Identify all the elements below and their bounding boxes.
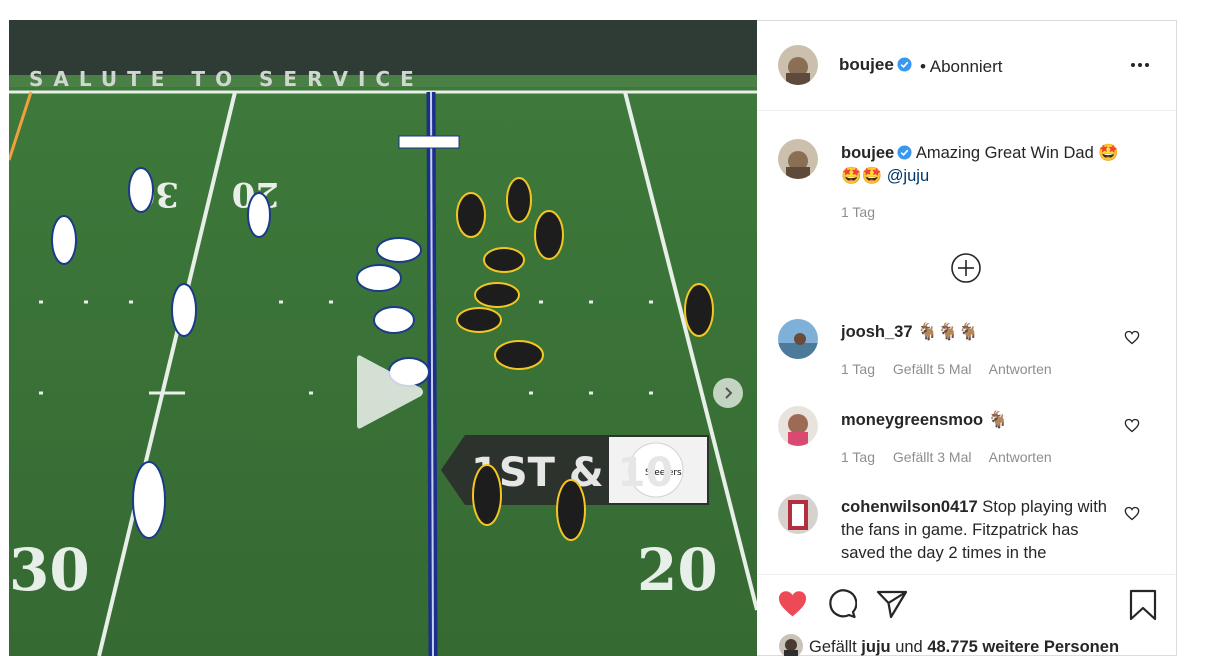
follow-status-text: Abonniert <box>929 57 1003 76</box>
follow-status[interactable]: • Abonniert <box>920 57 1003 77</box>
play-icon <box>357 355 423 429</box>
yard-number: 20 <box>637 536 718 604</box>
username-text: boujee <box>839 55 894 74</box>
like-comment-button[interactable] <box>1124 506 1140 526</box>
like-comment-button[interactable] <box>1124 418 1140 438</box>
likes-prefix: Gefällt <box>809 638 857 656</box>
reply-button[interactable]: Antworten <box>989 449 1052 465</box>
avatar-image <box>779 634 803 656</box>
share-button[interactable] <box>876 589 908 624</box>
paper-plane-icon <box>876 590 908 619</box>
comment-timestamp[interactable]: 1 Tag <box>841 449 875 465</box>
banner-text: SALUTE TO SERVICE <box>29 67 424 91</box>
likes-connector: und <box>895 638 923 656</box>
caption-text-line1: Amazing Great Win Dad 🤩 <box>915 144 1119 162</box>
bookmark-icon <box>1129 589 1157 621</box>
comment-likes-count[interactable]: Gefällt 3 Mal <box>893 449 972 465</box>
verified-badge-icon <box>897 145 912 160</box>
avatar[interactable] <box>778 494 818 534</box>
comment-body: moneygreensmoo 🐐 <box>841 409 1121 432</box>
like-comment-button[interactable] <box>1124 330 1140 350</box>
caption-mention-link[interactable]: @juju <box>887 167 929 185</box>
reply-button[interactable]: Antworten <box>989 361 1052 377</box>
avatar-image <box>778 406 818 446</box>
avatar <box>779 634 803 656</box>
more-options-button[interactable] <box>1130 51 1150 74</box>
comment-body: cohenwilson0417 Stop playing with the fa… <box>841 496 1111 565</box>
post-actions-bar: Gefällt juju und 48.775 weitere Personen <box>757 574 1175 656</box>
avatar-image <box>778 319 818 359</box>
like-button[interactable] <box>777 589 808 623</box>
comments-list[interactable]: boujee Amazing Great Win Dad 🤩 🤩🤩 @juju … <box>757 112 1175 574</box>
post-caption: boujee Amazing Great Win Dad 🤩 🤩🤩 @juju <box>841 142 1151 188</box>
comment-meta: 1 Tag Gefällt 5 Mal Antworten <box>841 361 1066 377</box>
more-horizontal-icon <box>1131 63 1149 67</box>
caption-timestamp[interactable]: 1 Tag <box>841 204 875 220</box>
heart-outline-icon <box>1124 506 1140 521</box>
comment-body: joosh_37 🐐🐐🐐 <box>841 321 1121 344</box>
avatar[interactable] <box>778 139 818 179</box>
comment-username[interactable]: joosh_37 <box>841 323 913 341</box>
comment-username[interactable]: cohenwilson0417 <box>841 498 978 516</box>
avatar[interactable] <box>778 406 818 446</box>
heart-outline-icon <box>1124 418 1140 433</box>
play-button[interactable] <box>347 350 427 434</box>
yard-number: 30 <box>9 536 90 604</box>
likes-user[interactable]: juju <box>861 638 890 656</box>
comment-button[interactable] <box>827 589 858 624</box>
post-header: boujee • Abonniert <box>757 21 1176 111</box>
likes-count[interactable]: 48.775 weitere Personen <box>927 638 1119 656</box>
next-media-button[interactable] <box>713 378 743 408</box>
avatar-image <box>778 45 818 85</box>
separator-dot: • <box>920 57 926 76</box>
post-author-username[interactable]: boujee <box>839 55 912 75</box>
post-media-video[interactable]: SALUTE TO SERVICE 30 20 30 20 <box>9 20 757 656</box>
post-side-panel: boujee • Abonniert boujee Amazing Great … <box>757 20 1177 656</box>
plus-circle-icon <box>951 253 981 283</box>
heart-filled-icon <box>778 591 807 617</box>
load-more-comments-button[interactable] <box>950 252 982 284</box>
likes-summary[interactable]: Gefällt juju und 48.775 weitere Personen <box>779 634 1119 656</box>
football-field-image: SALUTE TO SERVICE 30 20 30 20 <box>9 20 757 656</box>
caption-text-line2: 🤩🤩 <box>841 167 883 185</box>
comment-timestamp[interactable]: 1 Tag <box>841 361 875 377</box>
caption-username[interactable]: boujee <box>841 144 894 162</box>
comment-text: 🐐 <box>987 411 1009 429</box>
comment-username[interactable]: moneygreensmoo <box>841 411 983 429</box>
heart-outline-icon <box>1124 330 1140 345</box>
caption-meta: 1 Tag <box>841 204 889 220</box>
avatar-image <box>778 494 818 534</box>
avatar[interactable] <box>778 319 818 359</box>
avatar[interactable] <box>778 45 818 85</box>
chevron-right-icon <box>725 387 733 399</box>
comment-meta: 1 Tag Gefällt 3 Mal Antworten <box>841 449 1066 465</box>
comment-likes-count[interactable]: Gefällt 5 Mal <box>893 361 972 377</box>
avatar-image <box>778 139 818 179</box>
save-button[interactable] <box>1129 589 1157 626</box>
comment-bubble-icon <box>829 589 858 619</box>
verified-badge-icon <box>897 57 912 72</box>
comment-text: 🐐🐐🐐 <box>917 323 979 341</box>
